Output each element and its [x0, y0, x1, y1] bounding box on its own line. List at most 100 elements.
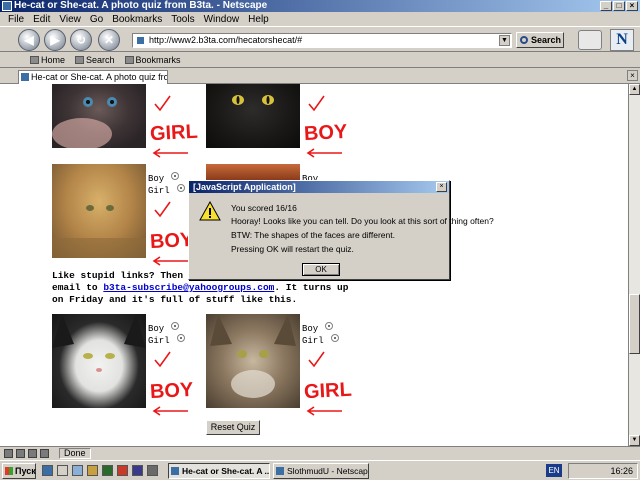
scrollbar-thumb[interactable]: [629, 294, 640, 354]
home-label: Home: [41, 54, 66, 65]
dialog-btw-text: BTW: The shapes of the faces are differe…: [231, 230, 395, 240]
search-label: Search: [86, 54, 115, 65]
subscribe-email-link[interactable]: b3ta-subscribe@yahoogroups.com: [103, 282, 274, 293]
check-mark-1: [154, 95, 171, 112]
cat-photo-6: [206, 314, 300, 408]
quicklaunch-app3-icon[interactable]: [132, 465, 143, 476]
back-arrow-icon: ◀: [24, 33, 34, 47]
answer-arrow-3: [152, 256, 188, 266]
status-text: Done: [59, 448, 91, 459]
quicklaunch-folder-icon[interactable]: [87, 465, 98, 476]
back-button[interactable]: ◀: [18, 29, 40, 51]
quicklaunch-desktop-icon[interactable]: [57, 465, 68, 476]
taskbar-task-hecat[interactable]: He-cat or She-cat. A ...: [168, 463, 270, 479]
tray-clock[interactable]: 16:26: [610, 466, 633, 476]
search-button[interactable]: Search: [516, 32, 564, 48]
url-dropdown-icon[interactable]: ▼: [499, 35, 510, 46]
composer-icon[interactable]: [16, 449, 25, 458]
stop-button[interactable]: ✕: [98, 29, 120, 51]
reset-quiz-button[interactable]: Reset Quiz: [206, 420, 260, 435]
netscape-app-icon: [2, 1, 12, 11]
menu-view[interactable]: View: [59, 14, 81, 25]
vertical-scrollbar[interactable]: ▲ ▼: [628, 84, 640, 446]
menu-go[interactable]: Go: [90, 14, 103, 25]
quicklaunch-app2-icon[interactable]: [117, 465, 128, 476]
javascript-alert-dialog: [JavaScript Application] × You scored 16…: [188, 180, 494, 280]
minimize-button[interactable]: _: [600, 1, 612, 11]
answer-arrow-5: [152, 406, 188, 416]
boy-radio-3[interactable]: [171, 172, 179, 180]
tab-label: He-cat or She-cat. A photo quiz from B3t…: [31, 72, 167, 82]
taskbar-task-slothmud[interactable]: SlothmudU - Netscape: [273, 463, 369, 479]
netscape-logo[interactable]: N: [610, 29, 634, 51]
cat-photo-5: [52, 314, 146, 408]
mail-icon[interactable]: [4, 449, 13, 458]
home-icon: [30, 55, 39, 64]
print-icon[interactable]: [578, 30, 602, 50]
dialog-hooray-text: Hooray! Looks like you can tell. Do you …: [231, 216, 494, 226]
window-title: He-cat or She-cat. A photo quiz from B3t…: [14, 0, 268, 11]
search-link[interactable]: Search: [75, 55, 115, 65]
cat-photo-1-art: [52, 97, 117, 148]
url-text: http://www2.b3ta.com/hecatorshecat/#: [149, 35, 303, 45]
menu-help[interactable]: Help: [248, 14, 269, 25]
status-bar: Done: [0, 446, 640, 460]
cat-photo-2-art: [232, 95, 274, 105]
reload-button[interactable]: ↻: [70, 29, 92, 51]
close-tab-icon[interactable]: ×: [627, 70, 638, 81]
url-input[interactable]: http://www2.b3ta.com/hecatorshecat/# ▼: [132, 33, 512, 48]
scroll-up-icon[interactable]: ▲: [629, 84, 640, 95]
navigation-toolbar: ◀ ▶ ↻ ✕ http://www2.b3ta.com/hecatorshec…: [0, 26, 640, 52]
maximize-button[interactable]: □: [613, 1, 625, 11]
boy-radio-6[interactable]: [325, 322, 333, 330]
menu-bar: File Edit View Go Bookmarks Tools Window…: [0, 12, 640, 26]
menu-bookmarks[interactable]: Bookmarks: [112, 14, 162, 25]
window-controls: _ □ ×: [600, 1, 638, 11]
address-book-icon[interactable]: [28, 449, 37, 458]
forward-button[interactable]: ▶: [44, 29, 66, 51]
cat-photo-6-art: [210, 314, 296, 398]
cat-photo-1: [52, 84, 146, 148]
language-indicator[interactable]: EN: [546, 464, 562, 477]
menu-edit[interactable]: Edit: [33, 14, 50, 25]
girl-radio-5[interactable]: [177, 334, 185, 342]
scroll-down-icon[interactable]: ▼: [629, 435, 640, 446]
search-button-label: Search: [531, 35, 562, 45]
tab-bar: He-cat or She-cat. A photo quiz from B3t…: [0, 68, 640, 84]
tab-hecat-quiz[interactable]: He-cat or She-cat. A photo quiz from B3t…: [18, 70, 168, 84]
start-button[interactable]: Пуск: [2, 463, 36, 479]
menu-file[interactable]: File: [8, 14, 24, 25]
tab-page-icon: [21, 73, 29, 81]
ok-button[interactable]: OK: [302, 263, 340, 276]
girl-radio-3[interactable]: [177, 184, 185, 192]
quicklaunch-explorer-icon[interactable]: [72, 465, 83, 476]
forward-arrow-icon: ▶: [50, 33, 60, 47]
page-icon: [136, 36, 145, 45]
dialog-close-icon[interactable]: ×: [436, 182, 447, 192]
close-window-button[interactable]: ×: [626, 1, 638, 11]
girl-radio-6[interactable]: [331, 334, 339, 342]
cat-photo-3-art: [52, 205, 146, 258]
dialog-score-text: You scored 16/16: [231, 203, 297, 213]
personal-toolbar: Home Search Bookmarks: [0, 52, 640, 68]
netscape-task-icon-2: [276, 467, 284, 475]
chat-icon[interactable]: [40, 449, 49, 458]
status-icons: [0, 449, 49, 458]
system-tray: 16:26: [568, 463, 638, 479]
check-mark-2: [308, 95, 325, 112]
quicklaunch-ie-icon[interactable]: [42, 465, 53, 476]
newsletter-text-1: Like stupid links? Then get: [52, 270, 206, 281]
dialog-restart-text: Pressing OK will restart the quiz.: [231, 244, 354, 254]
boy-radio-5[interactable]: [171, 322, 179, 330]
answer-1: GIRL: [149, 120, 199, 146]
stop-icon: ✕: [103, 33, 115, 47]
bookmarks-link[interactable]: Bookmarks: [124, 55, 181, 65]
answer-5: BOY: [149, 378, 194, 404]
quicklaunch-app4-icon[interactable]: [147, 465, 158, 476]
home-link[interactable]: Home: [30, 55, 65, 65]
answer-arrow-1: [152, 148, 188, 158]
menu-tools[interactable]: Tools: [171, 14, 194, 25]
quicklaunch-app-icon[interactable]: [102, 465, 113, 476]
reload-icon: ↻: [75, 33, 87, 47]
menu-window[interactable]: Window: [204, 14, 240, 25]
